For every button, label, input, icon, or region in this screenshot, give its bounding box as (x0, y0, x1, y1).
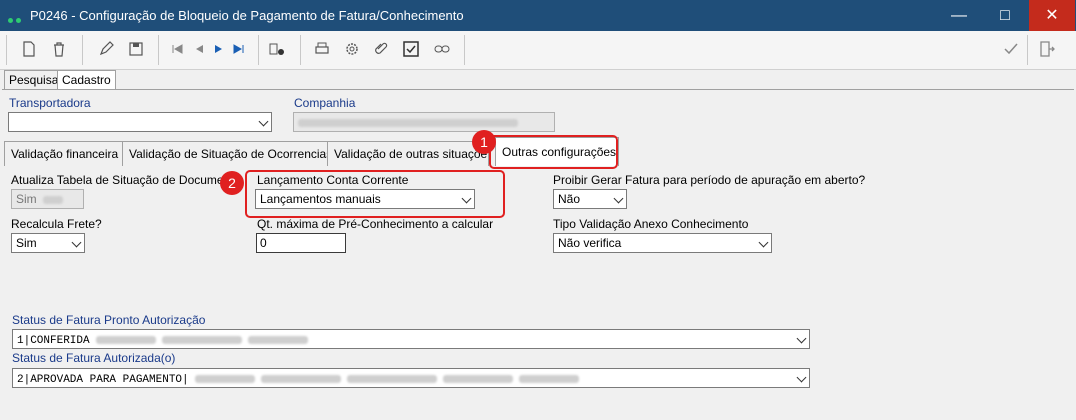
checkbox-icon[interactable] (400, 38, 422, 60)
toolbar-separator (300, 35, 301, 65)
tab-validacao-ocorrencias[interactable]: Validação de Situação de Ocorrencias (122, 141, 337, 166)
toolbar (0, 31, 1076, 70)
tab-validacao-outras[interactable]: Validação de outras situaçõe (327, 141, 489, 166)
exit-icon[interactable] (1036, 38, 1058, 60)
previous-record-icon[interactable] (188, 38, 210, 60)
chevron-down-icon (613, 193, 624, 204)
delete-icon[interactable] (48, 38, 70, 60)
atualiza-tabela-label: Atualiza Tabela de Situação de Documento (11, 173, 241, 187)
tab-cadastro[interactable]: Cadastro (57, 70, 116, 90)
minimize-button[interactable]: — (936, 0, 982, 31)
status-autorizada-label: Status de Fatura Autorizada(o) (12, 351, 176, 365)
app-icon (8, 12, 24, 26)
toolbar-separator (258, 35, 259, 65)
chevron-down-icon (796, 333, 807, 344)
lancamento-conta-label: Lançamento Conta Corrente (257, 173, 409, 187)
close-button[interactable]: ✕ (1029, 0, 1075, 31)
transportadora-select[interactable] (8, 112, 272, 132)
lancamento-conta-select[interactable]: Lançamentos manuais (255, 189, 475, 209)
toolbar-separator (464, 35, 465, 65)
tipo-validacao-label: Tipo Validação Anexo Conhecimento (553, 217, 749, 231)
title-bar: P0246 - Configuração de Bloqueio de Paga… (0, 0, 1076, 31)
callout-box-1 (489, 135, 618, 169)
atualiza-tabela-select: Sim (11, 189, 84, 209)
confirm-icon[interactable] (1000, 38, 1022, 60)
chevron-down-icon (796, 372, 807, 383)
qt-maxima-input[interactable]: 0 (256, 233, 346, 253)
recalcula-frete-select[interactable]: Sim (11, 233, 85, 253)
toolbar-separator (6, 35, 7, 65)
print-icon[interactable] (311, 38, 333, 60)
toolbar-separator (158, 35, 159, 65)
chevron-down-icon (758, 237, 769, 248)
callout-badge-1: 1 (472, 130, 496, 154)
link-icon[interactable] (431, 38, 453, 60)
first-record-icon[interactable] (166, 38, 188, 60)
search-record-icon[interactable] (266, 38, 288, 60)
proibir-gerar-label: Proibir Gerar Fatura para período de apu… (553, 173, 866, 187)
transportadora-label: Transportadora (9, 96, 91, 110)
qt-maxima-label: Qt. máxima de Pré-Conhecimento a calcula… (257, 217, 494, 231)
toolbar-separator (1027, 35, 1028, 65)
chevron-down-icon (258, 116, 269, 127)
last-record-icon[interactable] (228, 38, 250, 60)
attachment-icon[interactable] (370, 38, 392, 60)
chevron-down-icon (71, 237, 82, 248)
companhia-label: Companhia (294, 96, 356, 110)
maximize-button[interactable]: □ (982, 0, 1028, 31)
callout-badge-2: 2 (220, 171, 244, 195)
companhia-field (293, 112, 555, 132)
save-icon[interactable] (125, 38, 147, 60)
status-pronto-select[interactable]: 1|CONFERIDA (12, 329, 810, 349)
settings-icon[interactable] (341, 38, 363, 60)
tipo-validacao-select[interactable]: Não verifica (553, 233, 772, 253)
tab-validacao-financeira[interactable]: Validação financeira (4, 141, 124, 166)
next-record-icon[interactable] (208, 38, 230, 60)
new-document-icon[interactable] (18, 38, 40, 60)
status-pronto-label: Status de Fatura Pronto Autorização (12, 313, 206, 327)
tab-pesquisa[interactable]: Pesquisa (4, 70, 64, 89)
status-autorizada-select[interactable]: 2|APROVADA PARA PAGAMENTO| (12, 368, 810, 388)
edit-icon[interactable] (96, 38, 118, 60)
chevron-down-icon (461, 193, 472, 204)
window-title: P0246 - Configuração de Bloqueio de Paga… (30, 8, 464, 23)
proibir-gerar-select[interactable]: Não (553, 189, 627, 209)
recalcula-frete-label: Recalcula Frete? (11, 217, 102, 231)
toolbar-separator (82, 35, 83, 65)
